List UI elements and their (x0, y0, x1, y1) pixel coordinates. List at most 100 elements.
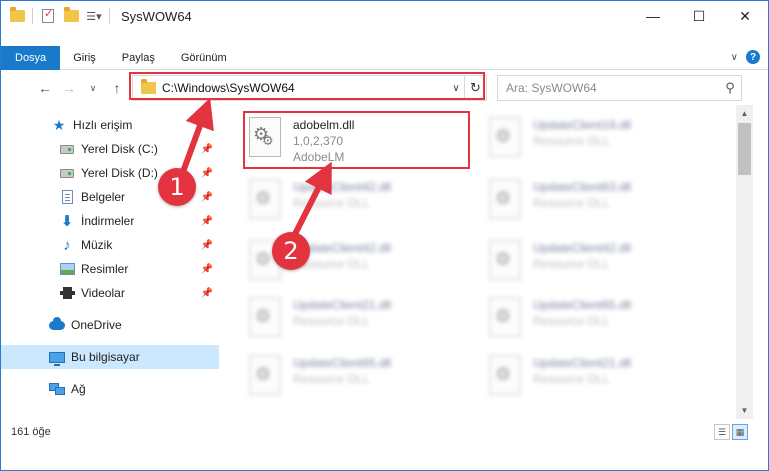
address-highlight-box (129, 72, 485, 100)
pin-icon[interactable]: 📌 (201, 168, 213, 179)
dll-file-icon: ⚙ (247, 355, 283, 395)
item-count: 161 öğe (11, 426, 51, 438)
sidebar-item-network[interactable]: Ağ (1, 377, 219, 401)
folder-icon (9, 7, 25, 24)
file-highlight-box (243, 111, 470, 169)
up-button[interactable]: ↑ (105, 76, 129, 100)
dll-file-icon: ⚙ (247, 297, 283, 337)
large-icons-view-icon[interactable]: ▦ (732, 424, 748, 440)
sidebar-item-label: Yerel Disk (C:) (81, 142, 158, 156)
search-input[interactable]: Ara: SysWOW64 (506, 81, 719, 95)
sidebar-item-videos[interactable]: Videolar 📌 (1, 281, 219, 305)
file-tile[interactable]: ⚙ UpdateClient65.dll Resource DLL (227, 349, 457, 405)
sidebar-item-disk-c[interactable]: Yerel Disk (C:) 📌 (1, 137, 219, 161)
file-description: Resource DLL (293, 372, 370, 386)
pin-icon[interactable]: 📌 (201, 288, 213, 299)
dll-file-icon: ⚙ (487, 179, 523, 219)
sidebar-item-label: OneDrive (71, 318, 122, 332)
sidebar-item-music[interactable]: ♪ Müzik 📌 (1, 233, 219, 257)
download-icon: ⬇ (60, 212, 74, 230)
file-description: Resource DLL (533, 134, 610, 148)
help-icon[interactable]: ? (746, 50, 760, 64)
chevron-down-icon[interactable]: ∨ (731, 52, 738, 63)
ribbon-tabs: Dosya Giriş Paylaş Görünüm (1, 46, 768, 70)
sidebar-item-quick-access[interactable]: ★ Hızlı erişim (1, 113, 219, 137)
pictures-icon (59, 261, 75, 277)
vertical-scrollbar[interactable]: ▲ ▼ (736, 105, 753, 419)
file-tile[interactable]: ⚙ UpdateClient21.dll Resource DLL (467, 349, 697, 405)
details-view-icon[interactable]: ☰ (714, 424, 730, 440)
minimize-button[interactable]: — (630, 1, 676, 31)
sidebar-item-this-pc[interactable]: Bu bilgisayar (1, 345, 219, 369)
documents-icon (59, 189, 75, 205)
file-tile[interactable]: ⚙ UpdateClient19.dll Resource DLL (467, 111, 697, 167)
pin-icon[interactable]: 📌 (201, 240, 213, 251)
step-badge-1: 1 (158, 168, 196, 206)
customize-qat-icon[interactable]: ☰▾ (86, 8, 102, 24)
file-name: UpdateClient21.dll (533, 356, 632, 370)
dll-file-icon: ⚙ (487, 355, 523, 395)
sidebar-item-label: Resimler (81, 262, 129, 276)
drive-icon (59, 141, 75, 157)
star-icon: ★ (52, 117, 66, 133)
scroll-down-icon[interactable]: ▼ (736, 402, 753, 419)
maximize-button[interactable]: ☐ (676, 1, 722, 31)
sidebar-item-label: Ağ (71, 382, 86, 396)
file-description: Resource DLL (293, 196, 370, 210)
view-switcher: ☰ ▦ (712, 424, 748, 440)
tab-home[interactable]: Giriş (60, 46, 109, 70)
videos-icon (59, 285, 75, 301)
file-tile[interactable]: ⚙ UpdateClient63.dll Resource DLL (467, 173, 697, 229)
sidebar-item-label: Hızlı erişim (73, 118, 133, 132)
sidebar-item-label: Bu bilgisayar (71, 350, 140, 364)
dll-file-icon: ⚙ (487, 240, 523, 280)
scroll-up-icon[interactable]: ▲ (736, 105, 753, 122)
sidebar-item-pictures[interactable]: Resimler 📌 (1, 257, 219, 281)
file-name: UpdateClient63.dll (533, 180, 632, 194)
search-icon[interactable]: ⚲ (719, 80, 741, 96)
file-name: UpdateClient42.dll (533, 241, 632, 255)
properties-icon[interactable] (40, 7, 56, 24)
back-button[interactable]: ← (33, 76, 57, 100)
ribbon: Dosya Giriş Paylaş Görünüm ∨ ? (1, 46, 768, 70)
sidebar-item-label: Videolar (81, 286, 125, 300)
sidebar-item-onedrive[interactable]: OneDrive (1, 313, 219, 337)
tab-file[interactable]: Dosya (1, 46, 61, 70)
network-icon (49, 381, 65, 397)
dll-file-icon: ⚙ (487, 297, 523, 337)
file-description: Resource DLL (293, 314, 370, 328)
forward-button[interactable]: → (57, 76, 81, 100)
recent-locations-button[interactable]: ∨ (81, 76, 105, 100)
sidebar-item-downloads[interactable]: ⬇ İndirmeler 📌 (1, 209, 219, 233)
pin-icon[interactable]: 📌 (201, 192, 213, 203)
file-name: UpdateClient42.dll (293, 180, 392, 194)
window-controls: — ☐ ✕ (630, 1, 768, 31)
file-description: Resource DLL (533, 196, 610, 210)
file-tile[interactable]: ⚙ UpdateClient21.dll Resource DLL (227, 291, 457, 347)
file-tile[interactable]: ⚙ UpdateClient42.dll Resource DLL (227, 234, 457, 290)
file-tile[interactable]: ⚙ UpdateClient42.dll Resource DLL (467, 234, 697, 290)
explorer-window: ☰▾ SysWOW64 — ☐ ✕ Dosya Giriş Paylaş Gör… (0, 0, 769, 471)
new-folder-icon[interactable] (63, 7, 79, 24)
music-icon: ♪ (63, 236, 71, 254)
qat-divider (32, 8, 33, 24)
sidebar-item-label: Yerel Disk (D:) (81, 166, 158, 180)
scroll-thumb[interactable] (738, 123, 751, 175)
file-tile[interactable]: ⚙ UpdateClient42.dll Resource DLL (227, 173, 457, 229)
sidebar-item-label: Müzik (81, 238, 113, 252)
tab-view[interactable]: Görünüm (168, 46, 240, 70)
close-button[interactable]: ✕ (722, 1, 768, 31)
pin-icon[interactable]: 📌 (201, 264, 213, 275)
onedrive-icon (49, 316, 65, 333)
tab-share[interactable]: Paylaş (109, 46, 168, 70)
file-tile[interactable]: ⚙ UpdateClient65.dll Resource DLL (467, 291, 697, 347)
pin-icon[interactable]: 📌 (201, 216, 213, 227)
search-box[interactable]: Ara: SysWOW64 ⚲ (497, 75, 742, 101)
file-description: Resource DLL (533, 257, 610, 271)
dll-file-icon: ⚙ (487, 117, 523, 157)
computer-icon (49, 349, 65, 366)
pin-icon[interactable]: 📌 (201, 144, 213, 155)
file-name: UpdateClient21.dll (293, 298, 392, 312)
file-name: UpdateClient65.dll (533, 298, 632, 312)
navigation-pane: ★ Hızlı erişim Yerel Disk (C:) 📌 Yerel D… (1, 105, 219, 419)
